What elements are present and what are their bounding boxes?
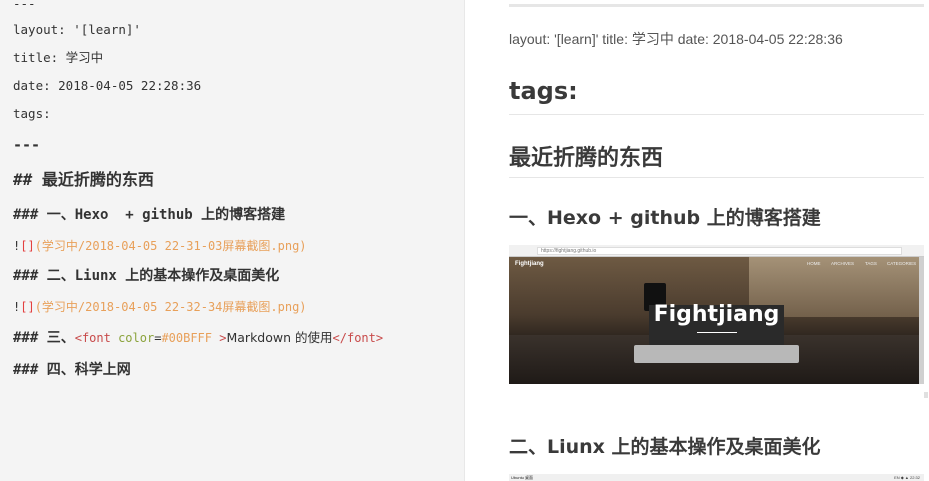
site-brand: Fightjiang — [515, 261, 544, 267]
frontmatter-dashes-bottom: --- — [13, 136, 41, 154]
frontmatter-date: date: 2018-04-05 22:28:36 — [13, 78, 202, 93]
editor-h3b-line: ### 二、Liunx 上的基本操作及桌面美化 — [13, 268, 279, 284]
frontmatter-layout: layout: '[learn]' — [13, 22, 141, 37]
preview-h3a: 一、Hexo + github 上的博客搭建 — [509, 207, 821, 229]
h3c-text: Markdown 的使用 — [226, 330, 333, 345]
laptop-base — [634, 345, 799, 363]
frontmatter-title: title: 学习中 — [13, 50, 104, 65]
frontmatter-tags: tags: — [13, 106, 51, 121]
h3a-marker: ### — [13, 207, 47, 223]
browser-toolbar: https://fightjiang.github.io — [509, 245, 924, 257]
font-attr-name: color — [118, 331, 155, 345]
editor-image2-line: ![](学习中/2018-04-05 22-32-34屏幕截图.png) — [13, 299, 307, 315]
markdown-preview[interactable]: layout: '[learn]' title: 学习中 date: 2018-… — [465, 0, 929, 481]
h3d-marker: ### — [13, 362, 47, 378]
font-tag-open: <font — [74, 331, 111, 345]
h3c-lead: 三、 — [46, 330, 75, 346]
preview-h2: 最近折腾的东西 — [509, 146, 664, 171]
preview-h2-rule — [509, 177, 924, 178]
site-hero-title: Fightjiang — [653, 302, 780, 327]
h3b-marker: ### — [13, 268, 47, 284]
preview-screenshot-2: Ubuntu 桌面 EN ◆ ▲ 22:32 — [509, 474, 924, 481]
preview-scrollbar[interactable] — [924, 392, 928, 398]
preview-tags-heading: tags: — [509, 77, 578, 105]
browser-url: https://fightjiang.github.io — [537, 247, 902, 255]
h3c-marker: ### — [13, 330, 47, 346]
editor-image1-line: ![](学习中/2018-04-05 22-31-03屏幕截图.png) — [13, 238, 307, 254]
h2-marker: ## — [13, 170, 42, 189]
ubuntu-topbar-title: Ubuntu 桌面 — [511, 475, 534, 480]
img1-brackets: [] — [20, 239, 35, 253]
editor-h2-line: ## 最近折腾的东西 — [13, 172, 154, 188]
preview-h1-rule — [509, 114, 924, 115]
img2-src: (学习中/2018-04-05 22-32-34屏幕截图.png) — [34, 300, 307, 314]
site-nav-tags: TAGS — [865, 261, 877, 266]
preview-screenshot-1: https://fightjiang.github.io Fightjiang … — [509, 245, 924, 384]
frontmatter-dashes-top: --- — [13, 0, 36, 11]
site-nav-home: HOME — [807, 261, 821, 266]
h3a-text: 一、Hexo + github 上的博客搭建 — [46, 207, 286, 223]
markdown-editor[interactable]: --- layout: '[learn]' title: 学习中 date: 2… — [0, 0, 464, 481]
img2-brackets: [] — [20, 300, 35, 314]
site-nav-categories: CATEGORIES — [887, 261, 917, 266]
editor-h3d-line: ### 四、科学上网 — [13, 362, 131, 378]
h2-text: 最近折腾的东西 — [41, 170, 154, 189]
font-tag-close: </font> — [332, 331, 384, 345]
preview-top-rule — [509, 4, 924, 7]
browser-scrollbar — [919, 257, 924, 384]
editor-h3a-line: ### 一、Hexo + github 上的博客搭建 — [13, 207, 285, 223]
site-nav-archives: ARCHIVES — [831, 261, 855, 266]
img1-src: (学习中/2018-04-05 22-31-03屏幕截图.png) — [34, 239, 307, 253]
site-hero-underline — [697, 332, 737, 333]
h3b-text: 二、Liunx 上的基本操作及桌面美化 — [46, 268, 280, 284]
h3d-text: 四、科学上网 — [46, 362, 131, 378]
font-attr-value: #00BFFF — [161, 331, 213, 345]
preview-frontmatter-paragraph: layout: '[learn]' title: 学习中 date: 2018-… — [509, 31, 843, 47]
editor-h3c-line: ### 三、<font color=#00BFFF >Markdown 的使用<… — [13, 330, 383, 346]
preview-h3b: 二、Liunx 上的基本操作及桌面美化 — [509, 436, 821, 458]
ubuntu-tray: EN ◆ ▲ 22:32 — [894, 475, 920, 480]
